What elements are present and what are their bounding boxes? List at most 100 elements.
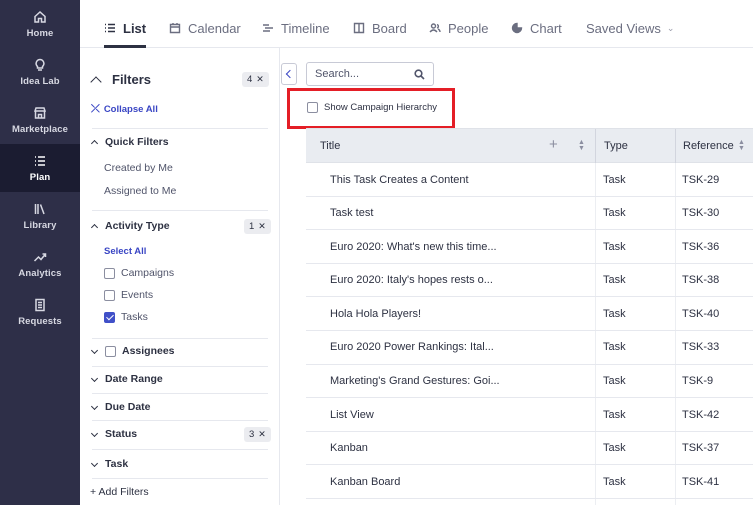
row-type: Task (603, 240, 626, 253)
table-row[interactable]: Euro 2020 Power Rankings: Ital... Task TSK… (306, 331, 753, 365)
due-date-header[interactable]: Due Date (90, 401, 151, 413)
collapse-all-link[interactable]: ⤫ Collapse All (91, 103, 158, 116)
sort-icon[interactable]: ▲ ▼ (578, 139, 585, 152)
option-label: Tasks (121, 311, 148, 323)
table-row[interactable]: Task test Task TSK-30 (306, 197, 753, 231)
activity-type-header[interactable]: Activity Type (90, 220, 170, 232)
show-campaign-hierarchy-toggle[interactable]: Show Campaign Hierarchy (307, 102, 437, 113)
table-row[interactable]: List View Task TSK-42 (306, 398, 753, 432)
row-reference: TSK-33 (682, 341, 720, 354)
column-header-type[interactable]: Type (595, 129, 675, 163)
search-input[interactable] (315, 68, 405, 80)
row-reference: TSK-42 (682, 408, 720, 421)
events-checkbox[interactable] (104, 289, 115, 301)
tab-list[interactable]: List (104, 18, 146, 38)
row-type: Task (603, 307, 626, 320)
lightbulb-icon (33, 58, 47, 72)
search-icon (414, 68, 425, 80)
tab-label: Timeline (281, 20, 330, 36)
chevron-up-icon (90, 139, 99, 148)
campaigns-checkbox[interactable] (104, 267, 115, 279)
status-count-badge[interactable]: 3 ✕ (244, 427, 271, 442)
table-row[interactable]: This Task Creates a Content Task TSK-29 (306, 163, 753, 197)
table-row[interactable]: Euro 2020: What's new this time... Task TS… (306, 230, 753, 264)
tab-chart[interactable]: Chart (511, 18, 562, 38)
tab-label: Chart (530, 20, 562, 36)
quick-filters-header[interactable]: Quick Filters (90, 136, 169, 148)
tab-timeline[interactable]: Timeline (262, 18, 330, 38)
section-label: Assignees (122, 345, 175, 357)
add-column-icon[interactable]: + (549, 137, 558, 152)
sort-icon[interactable]: ▲ ▼ (738, 139, 745, 152)
filters-count-badge[interactable]: 4 ✕ (242, 72, 269, 87)
chevron-down-icon (90, 402, 99, 410)
section-label: Task (105, 458, 129, 470)
hierarchy-checkbox[interactable] (307, 102, 318, 113)
chevron-down-icon (90, 459, 99, 467)
badge-count: 3 (249, 429, 255, 440)
table-row[interactable]: Hola Hola Players! Task TSK-40 (306, 297, 753, 331)
row-title: This Task Creates a Content (330, 173, 469, 186)
nav-item-library[interactable]: Library (0, 192, 80, 240)
divider (92, 338, 268, 339)
row-reference: TSK-41 (682, 475, 720, 488)
select-all-link[interactable]: Select All (104, 246, 146, 257)
collapse-panel-button[interactable] (281, 63, 297, 85)
divider (92, 393, 268, 394)
row-type: Task (603, 442, 626, 455)
activity-type-count-badge[interactable]: 1 ✕ (244, 219, 271, 234)
tab-label: Saved Views (586, 20, 661, 36)
divider (92, 478, 268, 479)
nav-item-marketplace[interactable]: Marketplace (0, 96, 80, 144)
tab-label: List (123, 20, 147, 36)
option-label: Campaigns (121, 267, 175, 279)
quick-filter-assigned-to-me[interactable]: Assigned to Me (104, 185, 176, 197)
row-reference: TSK-37 (682, 442, 720, 455)
assignees-checkbox[interactable] (105, 345, 116, 357)
nav-label: Home (26, 28, 54, 39)
divider (92, 366, 268, 367)
row-title: Kanban Board (330, 475, 401, 488)
badge-count: 4 (247, 74, 253, 85)
calendar-icon (169, 22, 181, 34)
activity-tasks-option[interactable]: Tasks (104, 311, 148, 323)
nav-item-idea-lab[interactable]: Idea Lab (0, 48, 80, 96)
nav-label: Idea Lab (20, 76, 60, 87)
tab-calendar[interactable]: Calendar (169, 18, 241, 38)
search-box[interactable] (306, 62, 434, 86)
row-reference: TSK-29 (682, 173, 720, 186)
assignees-header[interactable]: Assignees (90, 345, 175, 357)
nav-item-plan[interactable]: Plan (0, 144, 80, 192)
table-row[interactable]: Euro 2020: Italy's hopes rests o... Task T… (306, 264, 753, 298)
filters-header[interactable]: Filters (90, 72, 151, 88)
tab-board[interactable]: Board (353, 18, 407, 38)
add-filters-link[interactable]: + Add Filters (90, 486, 149, 498)
nav-item-analytics[interactable]: Analytics (0, 240, 80, 288)
table-row[interactable]: Kanban Board Task TSK-41 (306, 465, 753, 499)
nav-label: Marketplace (11, 124, 69, 135)
row-title: Euro 2020 Power Rankings: Ital... (330, 341, 494, 354)
library-icon (33, 202, 47, 216)
date-range-header[interactable]: Date Range (90, 373, 163, 385)
table-row[interactable]: Kanban Task TSK-37 (306, 432, 753, 466)
divider (92, 449, 268, 450)
collapse-all-label: Collapse All (103, 104, 158, 115)
activity-events-option[interactable]: Events (104, 289, 153, 301)
row-reference: TSK-38 (682, 274, 720, 287)
view-tabs: List Calendar Timeline Board People Char… (80, 0, 753, 48)
tab-people[interactable]: People (429, 18, 488, 38)
row-type: Task (603, 375, 626, 388)
activity-campaigns-option[interactable]: Campaigns (104, 267, 174, 279)
table-row[interactable]: Marketing's Grand Gestures: Goi... Task TS… (306, 365, 753, 399)
nav-label: Plan (29, 172, 51, 183)
saved-views-dropdown[interactable]: Saved Views ⌄ (586, 18, 674, 38)
tasks-checkbox[interactable] (104, 311, 115, 323)
task-header[interactable]: Task (90, 458, 129, 470)
clear-icon: ✕ (258, 221, 266, 231)
status-header[interactable]: Status (90, 428, 137, 440)
clear-icon: ✕ (258, 429, 266, 439)
nav-item-home[interactable]: Home (0, 0, 80, 48)
badge-count: 1 (249, 221, 255, 232)
quick-filter-created-by-me[interactable]: Created by Me (104, 162, 173, 174)
nav-item-requests[interactable]: Requests (0, 288, 80, 336)
